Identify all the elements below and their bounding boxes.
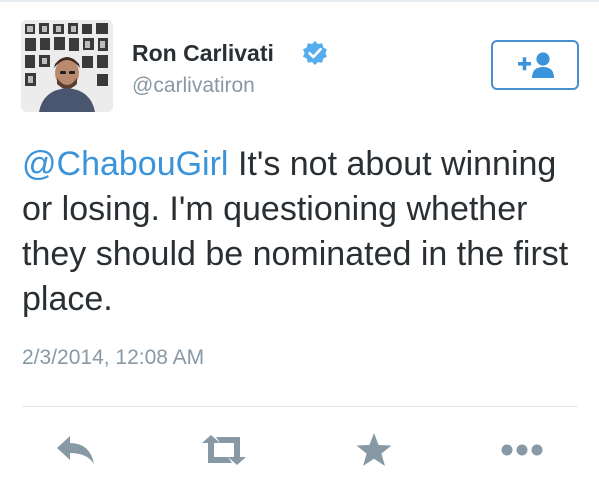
mention-link[interactable]: @ChabouGirl (22, 145, 229, 183)
more-icon (501, 444, 543, 456)
tweet-text: @ChabouGirl It's not about winning or lo… (22, 142, 582, 322)
actions-divider (22, 406, 578, 407)
follow-button[interactable] (491, 40, 579, 90)
add-user-icon (518, 52, 554, 78)
verified-badge-icon (302, 40, 328, 66)
reply-button[interactable] (52, 430, 100, 470)
display-name[interactable]: Ron Carlivati (132, 40, 274, 67)
more-button[interactable] (498, 430, 546, 470)
favorite-button[interactable] (350, 430, 398, 470)
avatar[interactable] (21, 20, 113, 112)
user-handle[interactable]: @carlivatiron (132, 74, 255, 98)
retweet-icon (202, 435, 246, 465)
tweet-timestamp[interactable]: 2/3/2014, 12:08 AM (22, 346, 204, 370)
top-divider (0, 0, 599, 2)
reply-icon (57, 436, 94, 464)
star-icon (356, 433, 392, 466)
retweet-button[interactable] (200, 430, 248, 470)
avatar-image (21, 20, 113, 112)
